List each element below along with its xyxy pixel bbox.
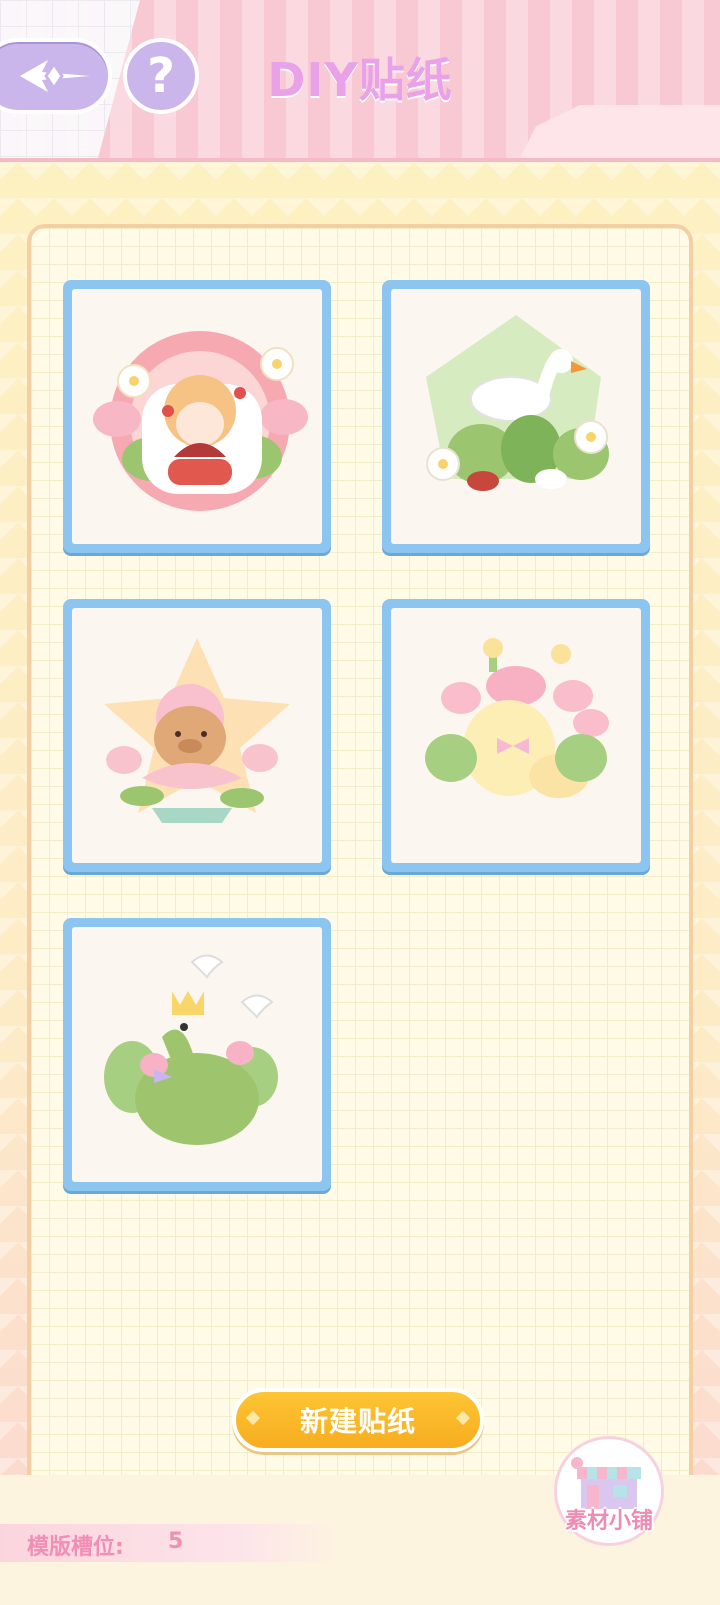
template-slot-count: 5 [168,1529,184,1554]
girl-with-fan-illustration [93,331,308,511]
page-title: DIY贴纸 [267,53,453,107]
frog-crown-sticker [72,927,322,1182]
shop-label: 素材小铺 [564,1509,653,1534]
new-sticker-button[interactable]: 新建贴纸 [232,1388,484,1452]
back-button[interactable] [0,38,112,114]
capybara-lotus-sticker [72,608,322,863]
frog-crown-illustration [104,954,278,1145]
material-shop-button[interactable]: 素材小铺 [548,1430,670,1552]
goose-garden-sticker [391,289,641,544]
template-card-5[interactable] [63,918,331,1191]
template-card-1[interactable] [63,280,331,553]
help-button[interactable]: ? [123,38,199,114]
diamond-icon [455,1410,471,1426]
girl-with-fan-sticker [72,289,322,544]
template-card-4[interactable] [382,599,650,872]
chick-tulip-illustration [425,638,609,798]
goose-garden-illustration [426,315,609,491]
template-slot-label: 模版槽位: [27,1535,124,1560]
capybara-lotus-illustration [104,638,290,823]
template-card-2[interactable] [382,280,650,553]
back-arrow-icon [20,60,90,92]
chick-tulip-sticker [391,608,641,863]
stamp-decoration [520,105,720,158]
template-card-3[interactable] [63,599,331,872]
question-icon: ? [147,48,175,104]
new-sticker-label: 新建贴纸 [299,1405,416,1438]
diamond-icon [245,1410,261,1426]
